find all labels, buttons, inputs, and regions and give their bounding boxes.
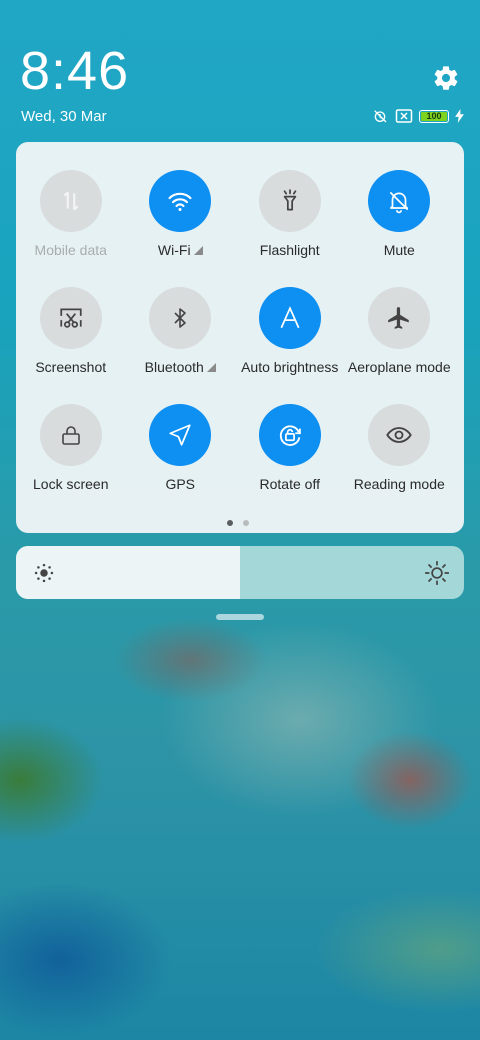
tile-wifi-button[interactable] [149,170,212,232]
wifi-icon [168,192,192,212]
brightness-high-icon [425,561,449,585]
tile-rotate-off[interactable]: Rotate off [235,404,345,521]
tile-screenshot[interactable]: Screenshot [16,287,126,404]
tile-label: Mute [383,242,415,258]
gps-icon [169,424,191,446]
rotate-lock-icon [279,425,301,446]
tile-label: Lock screen [33,476,109,492]
tile-flashlight[interactable]: Flashlight [235,170,345,287]
alarm-off-icon [374,110,387,123]
tile-label: GPS [165,476,196,492]
tile-bluetooth[interactable]: Bluetooth [126,287,236,404]
status-icons: 100 [371,108,464,124]
tile-auto-brightness-button[interactable] [258,287,321,349]
tile-gps-button[interactable] [149,404,212,466]
tile-label: Wi-Fi [157,242,191,258]
tile-mobile-data-button[interactable] [39,170,102,232]
flashlight-icon [283,189,297,211]
airplane-icon [388,307,409,329]
tile-label: Flashlight [259,242,320,258]
tile-reading-mode[interactable]: Reading mode [345,404,455,521]
quick-settings-panel: Mobile data Wi-Fi Flashlight Mute Screen… [16,142,464,533]
battery-icon: 100 [419,109,449,123]
auto-brightness-icon [280,306,300,329]
lock-icon [61,426,80,445]
brightness-low-icon [34,563,54,583]
tile-label: Rotate off [259,476,320,492]
tile-reading-mode-button[interactable] [368,404,431,466]
page-indicator [227,520,249,526]
bluetooth-icon [174,308,187,328]
mobile-data-icon [63,191,79,211]
tile-mute-button[interactable] [368,170,431,232]
tile-label: Bluetooth [144,359,204,375]
tile-aeroplane-mode[interactable]: Aeroplane mode [345,287,455,404]
tile-label: Mobile data [34,242,107,258]
tile-label: Aeroplane mode [347,359,451,375]
panel-drag-handle[interactable] [216,614,264,620]
tile-rotate-off-button[interactable] [258,404,321,466]
signal-indicator-icon [193,245,203,255]
charging-icon [455,109,464,123]
quick-settings-grid: Mobile data Wi-Fi Flashlight Mute Screen… [16,170,464,521]
eye-icon [386,427,412,443]
tile-gps[interactable]: GPS [126,404,236,521]
page-dot[interactable] [227,520,233,526]
sim-missing-icon [395,109,413,123]
mute-icon [389,191,409,214]
tile-label: Reading mode [353,476,445,492]
gear-icon[interactable] [432,64,460,92]
tile-label: Auto brightness [241,359,339,375]
clock-time: 8:46 [20,41,130,101]
tile-lock-screen[interactable]: Lock screen [16,404,126,521]
tile-label: Screenshot [35,359,107,375]
brightness-slider[interactable] [16,546,464,599]
tile-aeroplane-mode-button[interactable] [368,287,431,349]
signal-indicator-icon [206,362,216,372]
tile-screenshot-button[interactable] [39,287,102,349]
tile-mobile-data[interactable]: Mobile data [16,170,126,287]
tile-flashlight-button[interactable] [258,170,321,232]
page-dot[interactable] [243,520,249,526]
battery-level: 100 [426,111,442,121]
tile-lock-screen-button[interactable] [39,404,102,466]
tile-wifi[interactable]: Wi-Fi [126,170,236,287]
tile-auto-brightness[interactable]: Auto brightness [235,287,345,404]
tile-mute[interactable]: Mute [345,170,455,287]
tile-bluetooth-button[interactable] [149,287,212,349]
date-text: Wed, 30 Mar [21,108,107,125]
screenshot-icon [60,308,82,328]
